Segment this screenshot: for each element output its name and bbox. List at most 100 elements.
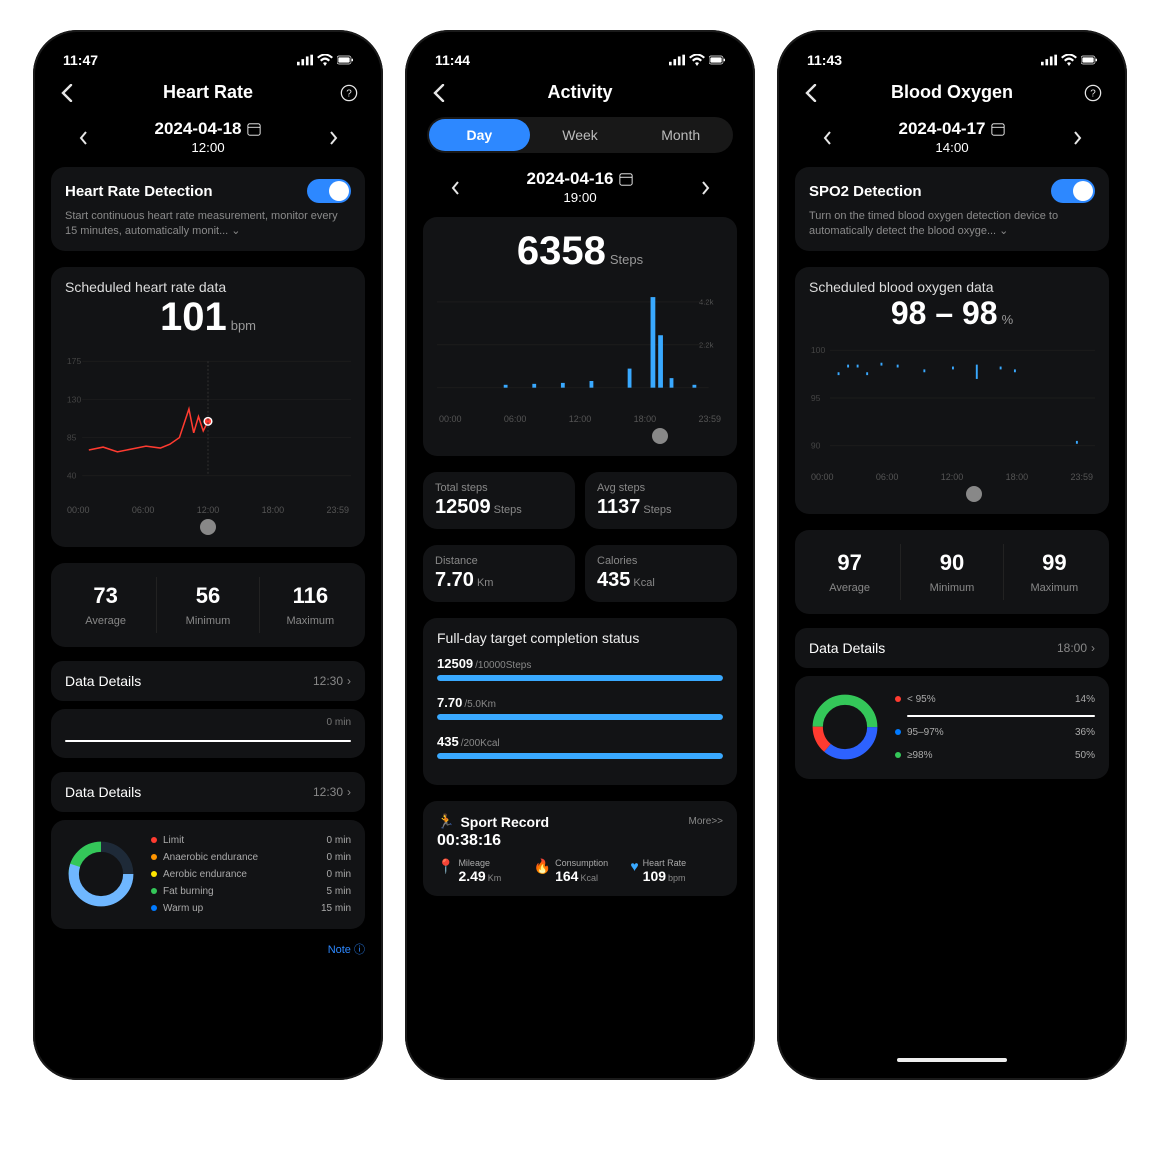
back-icon[interactable] (799, 84, 823, 102)
flame-icon: 🔥 (534, 859, 551, 873)
toggle-title: Heart Rate Detection (65, 183, 213, 200)
date-picker[interactable]: 2024-04-16 19:00 (467, 169, 693, 207)
progress-bar: 7.70/5.0Km (437, 695, 723, 720)
data-details-row[interactable]: Data Details 18:00› (795, 628, 1109, 668)
data-details-row[interactable]: Data Details 12:30› (51, 661, 365, 701)
cellular-icon (1041, 54, 1057, 66)
progress-bar: 435/200Kcal (437, 734, 723, 759)
help-icon[interactable]: ? (1081, 84, 1105, 102)
target-card: Full-day target completion status 12509/… (423, 618, 737, 785)
help-icon[interactable]: ? (337, 84, 361, 102)
range-slider[interactable] (65, 740, 351, 742)
calendar-icon (619, 172, 633, 186)
spo2-chart-card: Scheduled blood oxygen data 98 – 98% 100… (795, 267, 1109, 514)
battery-icon (709, 54, 725, 66)
stat-average: 73 (55, 583, 156, 609)
tab-week[interactable]: Week (530, 119, 631, 151)
chart-scrubber[interactable] (652, 428, 668, 444)
svg-text:95: 95 (811, 393, 821, 403)
date-prev-icon[interactable] (443, 181, 467, 195)
date-next-icon[interactable] (321, 131, 345, 145)
chart-title: Scheduled blood oxygen data (809, 279, 1095, 295)
heart-rate-zones-card: Limit0 minAnaerobic endurance0 minAerobi… (51, 820, 365, 929)
legend-row: ≥98%50% (895, 744, 1095, 767)
zone-row: Warm up15 min (151, 900, 351, 917)
zones-donut (65, 838, 137, 910)
status-bar: 11:43 (795, 46, 1109, 74)
stat-maximum: 99 (1004, 550, 1105, 576)
svg-text:?: ? (346, 88, 352, 99)
zone-row: Anaerobic endurance0 min (151, 849, 351, 866)
phone-blood-oxygen: 11:43 Blood Oxygen ? 2024-04-17 14:00 SP… (777, 30, 1127, 1080)
status-bar: 11:47 (51, 46, 365, 74)
expand-icon[interactable]: ⌄ (228, 225, 240, 237)
calories-card: Calories 435Kcal (585, 545, 737, 602)
page-title: Activity (451, 82, 709, 103)
date-next-icon[interactable] (1065, 131, 1089, 145)
date-picker[interactable]: 2024-04-17 14:00 (839, 119, 1065, 157)
svg-text:130: 130 (67, 394, 82, 404)
clock: 11:44 (435, 52, 470, 68)
toggle-title: SPO2 Detection (809, 183, 922, 200)
svg-text:85: 85 (67, 432, 77, 442)
stats-card: 97Average 90Minimum 99Maximum (795, 530, 1109, 614)
phone-activity: 11:44 Activity Day Week Month 2024-04-16… (405, 30, 755, 1080)
sport-record-card[interactable]: 🏃 Sport Record More>> 00:38:16 📍Mileage2… (423, 801, 737, 896)
stat-minimum: 90 (901, 550, 1002, 576)
location-icon: 📍 (437, 859, 454, 873)
spo2-toggle-card: SPO2 Detection Turn on the timed blood o… (795, 167, 1109, 251)
steps-chart-card: 6358Steps 4.2k 2.2k 00:0006:0012:0018:00… (423, 217, 737, 456)
svg-text:175: 175 (67, 356, 82, 366)
period-segment: Day Week Month (427, 117, 733, 153)
runner-icon: 🏃 (437, 813, 454, 830)
chevron-right-icon: › (347, 674, 351, 688)
chevron-right-icon: › (1091, 641, 1095, 655)
back-icon[interactable] (55, 84, 79, 102)
zone-row: Fat burning5 min (151, 883, 351, 900)
more-link[interactable]: More>> (689, 816, 723, 827)
page-title: Heart Rate (79, 82, 337, 103)
svg-text:90: 90 (811, 440, 821, 450)
date-prev-icon[interactable] (815, 131, 839, 145)
heart-rate-chart[interactable]: 175 130 85 40 (65, 341, 351, 496)
spo2-chart[interactable]: 100 95 90 (809, 333, 1095, 463)
steps-chart[interactable]: 4.2k 2.2k (437, 275, 723, 405)
calendar-icon (247, 122, 261, 136)
distance-card: Distance 7.70Km (423, 545, 575, 602)
spo2-distribution-card: < 95%14% 95–97%36%≥98%50% (795, 676, 1109, 779)
cellular-icon (297, 54, 313, 66)
chart-scrubber[interactable] (966, 486, 982, 502)
expand-icon[interactable]: ⌄ (996, 225, 1008, 237)
page-title: Blood Oxygen (823, 82, 1081, 103)
zone-row: Limit0 min (151, 832, 351, 849)
date-next-icon[interactable] (693, 181, 717, 195)
detection-toggle-card: Heart Rate Detection Start continuous he… (51, 167, 365, 251)
svg-text:?: ? (1090, 88, 1096, 99)
legend-row: 95–97%36% (895, 721, 1095, 744)
heart-rate-chart-card: Scheduled heart rate data 101bpm 175 130… (51, 267, 365, 547)
tab-day[interactable]: Day (429, 119, 530, 151)
sport-duration: 00:38:16 (437, 832, 723, 850)
avg-steps-card: Avg steps 1137Steps (585, 472, 737, 529)
chevron-right-icon: › (347, 785, 351, 799)
date-picker[interactable]: 2024-04-18 12:00 (95, 119, 321, 157)
spo2-toggle[interactable] (1051, 179, 1095, 203)
spo2-value: 98 – 98 (891, 295, 998, 331)
progress-bar: 12509/10000Steps (437, 656, 723, 681)
heart-rate-value: 101 (160, 295, 227, 339)
home-indicator[interactable] (897, 1058, 1007, 1062)
wifi-icon (689, 54, 705, 66)
date-prev-icon[interactable] (71, 131, 95, 145)
legend-row: < 95%14% (895, 688, 1095, 711)
steps-value: 6358 (517, 229, 606, 273)
chart-title: Scheduled heart rate data (65, 279, 351, 295)
note-link[interactable]: Note ⓘ (51, 941, 365, 957)
zone-row: Aerobic endurance0 min (151, 866, 351, 883)
heart-icon: ♥ (630, 859, 638, 873)
tab-month[interactable]: Month (630, 119, 731, 151)
data-details-row-2[interactable]: Data Details 12:30› (51, 772, 365, 812)
battery-icon (337, 54, 353, 66)
back-icon[interactable] (427, 84, 451, 102)
chart-scrubber[interactable] (200, 519, 216, 535)
detection-toggle[interactable] (307, 179, 351, 203)
